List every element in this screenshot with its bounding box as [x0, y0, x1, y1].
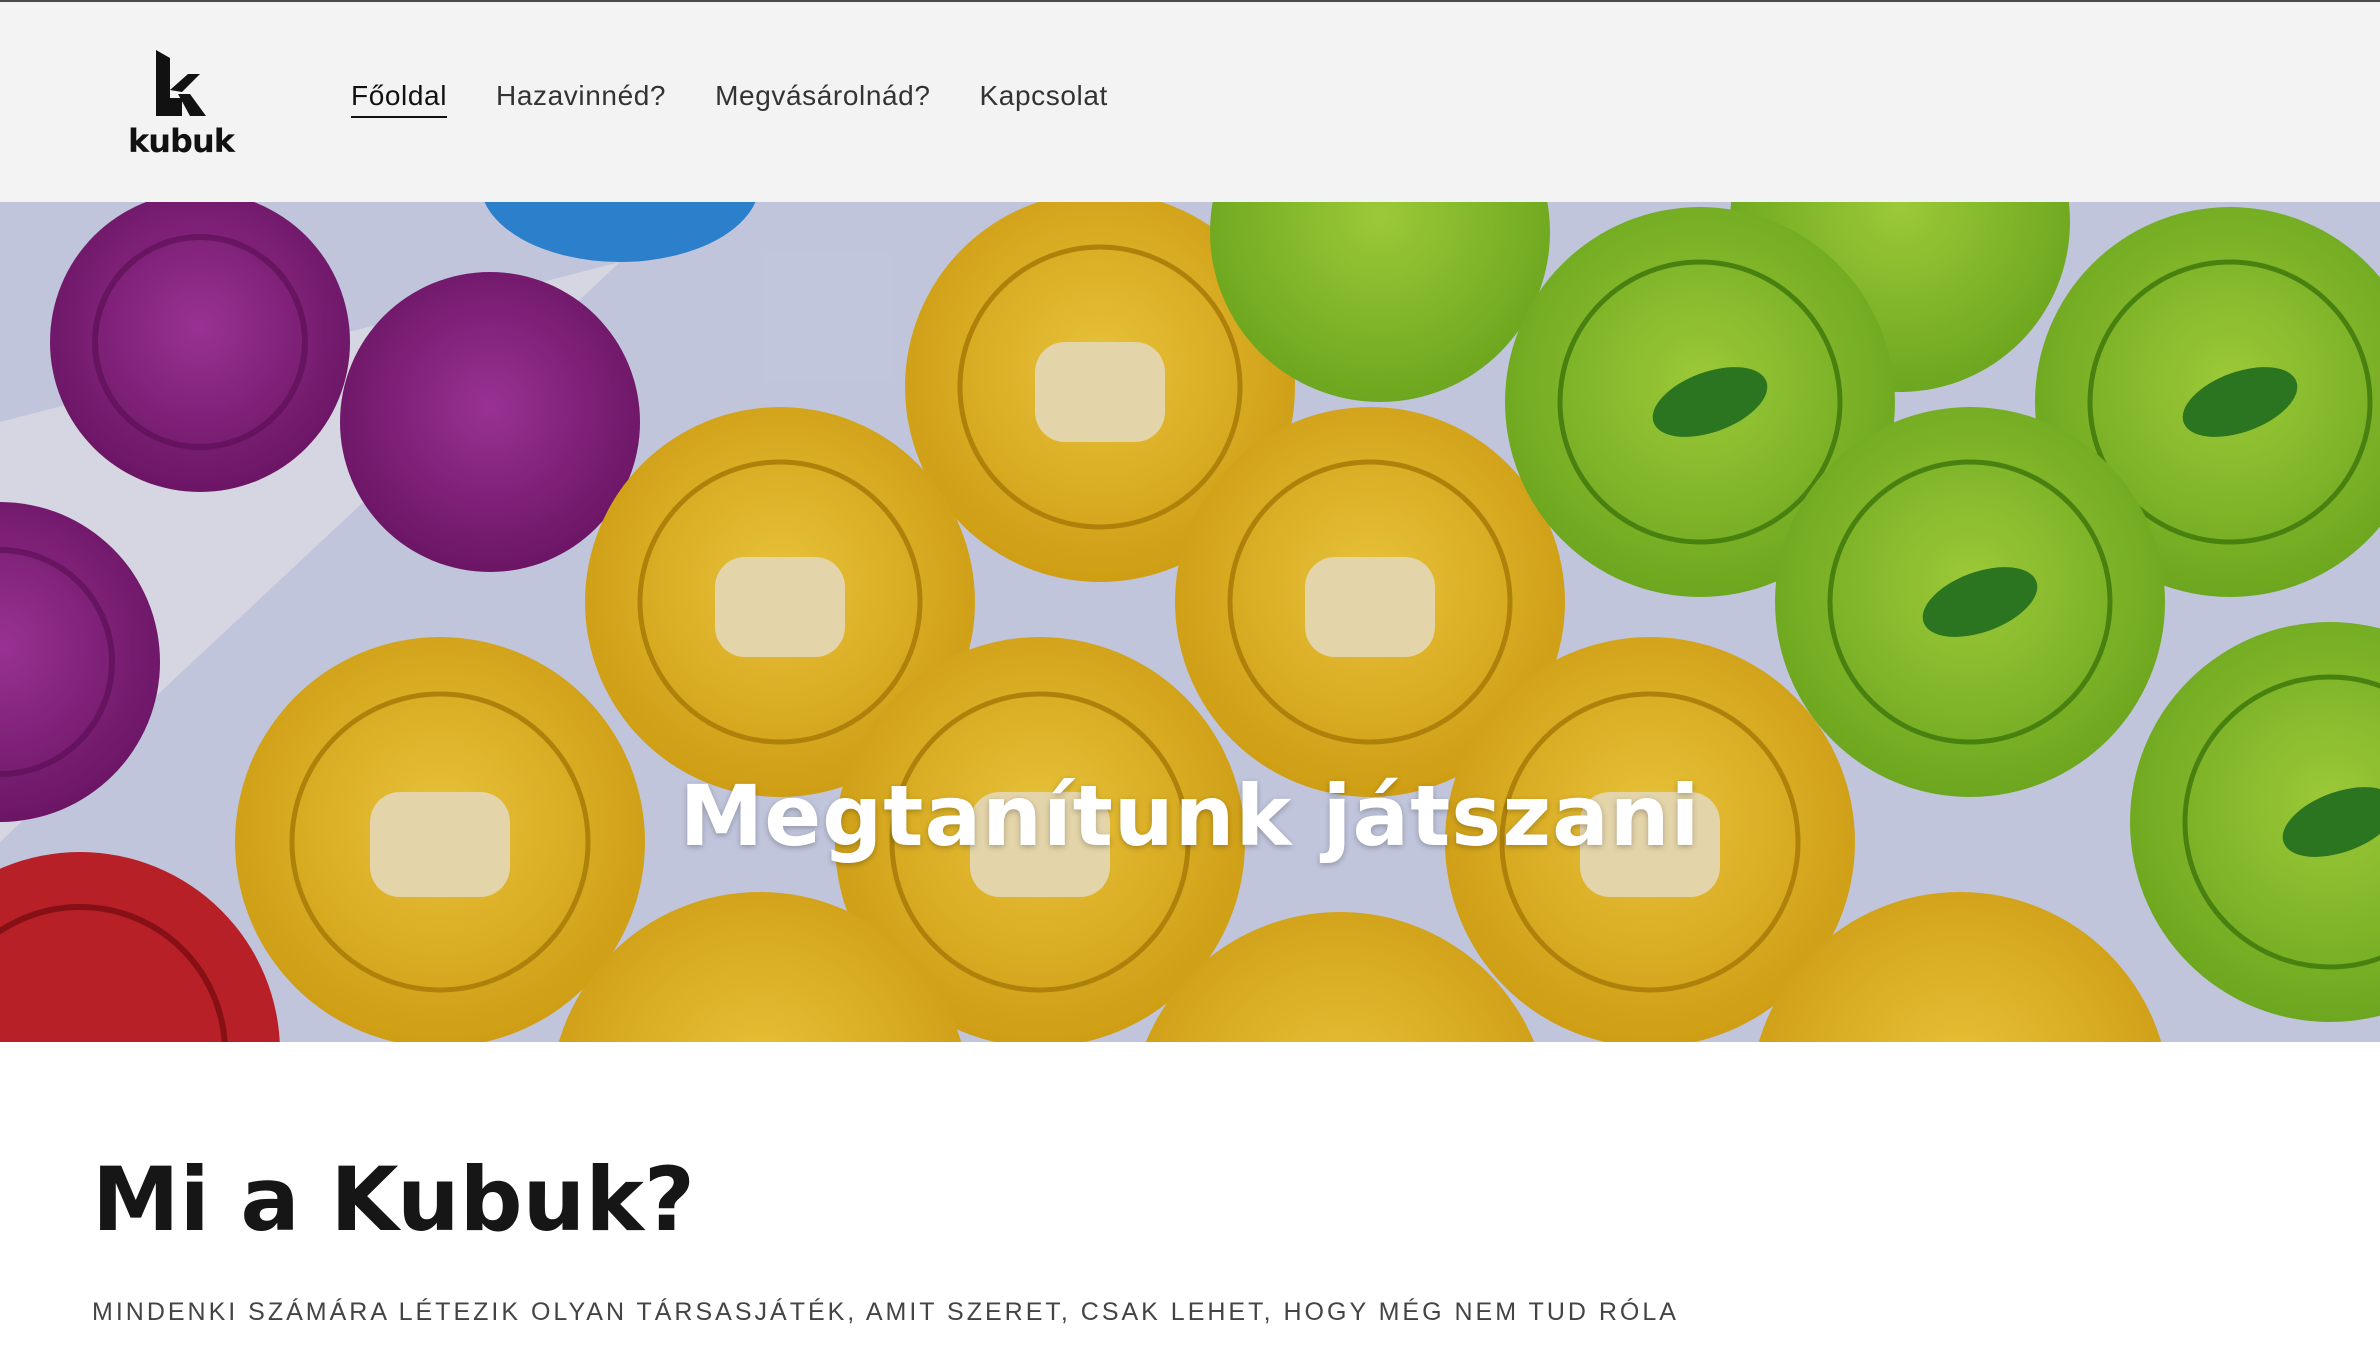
main-nav: Főoldal Hazavinnéd? Megvásárolnád? Kapcs… — [351, 80, 1157, 118]
nav-item-megvasarolnad[interactable]: Megvásárolnád? — [715, 80, 930, 118]
kubuk-logo[interactable]: kubuk — [122, 46, 240, 160]
hero-title: Megtanítunk játszani — [679, 767, 1701, 865]
nav-item-hazavinned[interactable]: Hazavinnéd? — [496, 80, 666, 118]
hero-overlay — [0, 202, 2380, 1042]
site-header: kubuk Főoldal Hazavinnéd? Megvásárolnád?… — [0, 2, 2380, 202]
hero-banner: Megtanítunk játszani — [0, 202, 2380, 1042]
intro-heading: Mi a Kubuk? — [92, 1148, 695, 1251]
k-monogram-icon — [156, 50, 206, 116]
logo-wordmark: kubuk — [127, 122, 235, 160]
nav-item-fooldal[interactable]: Főoldal — [351, 80, 448, 118]
intro-subtitle: MINDENKI SZÁMÁRA LÉTEZIK OLYAN TÁRSASJÁT… — [92, 1298, 1679, 1326]
nav-item-kapcsolat[interactable]: Kapcsolat — [980, 80, 1108, 118]
intro-section: Mi a Kubuk? MINDENKI SZÁMÁRA LÉTEZIK OLY… — [0, 1042, 2380, 1327]
